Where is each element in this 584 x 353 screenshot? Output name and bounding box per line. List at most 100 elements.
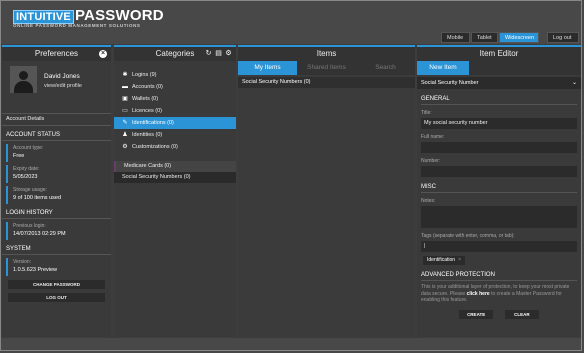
item-type-value: Social Security Number: [421, 80, 479, 86]
misc-heading: MISC: [421, 182, 577, 193]
items-header: Items: [238, 45, 415, 61]
tags-label: Tags (separate with enter, comma, or tab…: [421, 233, 515, 239]
category-wallets[interactable]: ▣ Wallets (0): [114, 93, 236, 105]
category-licences[interactable]: ▭ Licences (0): [114, 105, 236, 117]
advanced-protection-heading: ADVANCED PROTECTION: [421, 270, 577, 281]
expiry-value: 5/05/2023: [13, 174, 38, 180]
version-value: 1.0.5.623 Preview: [13, 267, 58, 273]
widescreen-button[interactable]: Widescreen: [499, 32, 539, 43]
change-password-button[interactable]: CHANGE PASSWORD: [8, 280, 105, 289]
category-label: Customizations (0): [132, 144, 178, 150]
tab-my-items[interactable]: My Items: [238, 61, 297, 75]
logo-word-password: PASSWORD: [74, 7, 164, 24]
title-label: Title:: [421, 110, 432, 116]
id-icon: ✎: [122, 120, 128, 126]
logout-button[interactable]: LOG OUT: [8, 293, 105, 302]
categories-panel: Categories ↻ ▤ ⚙ ✱ Logins (9) ▬ Accounts (…: [114, 45, 236, 337]
items-tabs: My Items Shared Items Search: [238, 61, 415, 75]
category-identifications[interactable]: ✎ Identifications (0): [114, 117, 236, 129]
people-icon: ♟: [122, 132, 128, 138]
number-field[interactable]: [421, 166, 577, 177]
clear-button[interactable]: CLEAR: [504, 309, 539, 319]
tab-shared-items[interactable]: Shared Items: [297, 61, 356, 75]
logo: INTUITIVE PASSWORD ONLINE PASSWORD MANAGE…: [13, 7, 164, 28]
login-history-heading: LOGIN HISTORY: [2, 208, 111, 219]
close-icon[interactable]: ×: [99, 50, 107, 58]
expiry-label: Expiry date:: [13, 166, 40, 172]
items-panel: Items My Items Shared Items Search Socia…: [238, 45, 415, 337]
custom-category-medicare[interactable]: Medicare Cards (0): [114, 161, 236, 172]
mobile-button[interactable]: Mobile: [441, 32, 470, 43]
general-heading: GENERAL: [421, 94, 577, 105]
account-type-value: Free: [13, 153, 25, 159]
account-type-field: Account type: Free: [6, 144, 107, 162]
tags-input[interactable]: |: [421, 241, 577, 252]
version-field: Version: 1.0.5.623 Preview: [6, 258, 107, 276]
category-accounts[interactable]: ▬ Accounts (0): [114, 81, 236, 93]
storage-label: Storage usage:: [13, 187, 47, 193]
app-footer: [1, 338, 581, 350]
category-label: Identities (0): [132, 132, 163, 138]
category-label: Wallets (0): [132, 96, 159, 102]
categories-title: Categories: [155, 49, 195, 58]
categories-header: Categories ↻ ▤ ⚙: [114, 45, 236, 61]
category-label: Logins (9): [132, 72, 157, 78]
tag-chip-label: Identification: [427, 257, 456, 263]
refresh-icon[interactable]: ↻: [205, 50, 212, 57]
category-list: ✱ Logins (9) ▬ Accounts (0) ▣ Wallets (0) ▭…: [114, 69, 236, 153]
tab-search[interactable]: Search: [356, 61, 415, 75]
version-label: Version:: [13, 259, 32, 265]
notes-field[interactable]: [421, 206, 577, 228]
category-label: Identifications (0): [132, 120, 174, 126]
storage-field: Storage usage: 9 of 100 items used: [6, 186, 107, 204]
editor-actions: CREATE CLEAR: [417, 309, 581, 319]
key-icon: ✱: [122, 72, 128, 78]
account-details-link[interactable]: Account Details: [2, 113, 111, 126]
logo-word-intuitive: INTUITIVE: [13, 10, 74, 24]
preferences-header: Preferences ×: [2, 45, 111, 61]
advanced-protection-note: This is your additional layer of protect…: [421, 284, 570, 303]
logout-top-button[interactable]: Log out: [547, 32, 579, 43]
item-type-select[interactable]: Social Security Number ⌄: [417, 77, 581, 89]
tab-new-item[interactable]: New Item: [417, 61, 469, 75]
view-mode-toolbar: Mobile Tablet Widescreen: [441, 32, 539, 43]
preferences-title: Preferences: [34, 49, 79, 58]
expiry-field: Expiry date: 5/05/2023: [6, 165, 107, 183]
click-here-link[interactable]: click here: [467, 291, 490, 297]
card-icon: ▬: [122, 84, 128, 90]
book-icon[interactable]: ▤: [215, 50, 222, 57]
list-item[interactable]: Social Security Numbers (0): [238, 77, 415, 88]
fullname-label: Full name:: [421, 134, 445, 140]
gear-icon[interactable]: ⚙: [225, 50, 232, 57]
editor-header: Item Editor: [417, 45, 581, 61]
gears-icon: ⚙: [122, 144, 128, 150]
tablet-button[interactable]: Tablet: [471, 32, 498, 43]
view-profile-link[interactable]: view/edit profile: [44, 83, 82, 89]
custom-category-ssn[interactable]: Social Security Numbers (0): [114, 172, 236, 183]
category-identities[interactable]: ♟ Identities (0): [114, 129, 236, 141]
editor-title: Item Editor: [479, 49, 519, 58]
editor-tabs: New Item: [417, 61, 581, 75]
notes-label: Notes:: [421, 198, 436, 204]
create-button[interactable]: CREATE: [459, 309, 494, 319]
title-field[interactable]: My social security number: [421, 118, 577, 129]
remove-tag-icon[interactable]: ×: [458, 257, 461, 263]
fullname-field[interactable]: [421, 142, 577, 153]
app-header: INTUITIVE PASSWORD ONLINE PASSWORD MANAGE…: [1, 1, 581, 44]
preferences-panel: Preferences × David Jones view/edit prof…: [2, 45, 111, 337]
tag-chip[interactable]: Identification ×: [423, 256, 465, 265]
category-logins[interactable]: ✱ Logins (9): [114, 69, 236, 81]
previous-login-field: Previous login: 14/07/2013 02:29 PM: [6, 222, 107, 240]
item-editor-panel: Item Editor New Item Social Security Num…: [417, 45, 581, 337]
chevron-down-icon: ⌄: [571, 80, 577, 86]
previous-login-value: 14/07/2013 02:29 PM: [13, 231, 66, 237]
licence-icon: ▭: [122, 108, 128, 114]
category-customizations[interactable]: ⚙ Customizations (0): [114, 141, 236, 153]
items-title: Items: [316, 49, 337, 58]
user-name: David Jones: [44, 73, 80, 80]
account-type-label: Account type:: [13, 145, 44, 151]
avatar: [10, 66, 37, 93]
wallet-icon: ▣: [122, 96, 128, 102]
storage-value: 9 of 100 items used: [13, 195, 62, 201]
previous-login-label: Previous login:: [13, 223, 46, 229]
